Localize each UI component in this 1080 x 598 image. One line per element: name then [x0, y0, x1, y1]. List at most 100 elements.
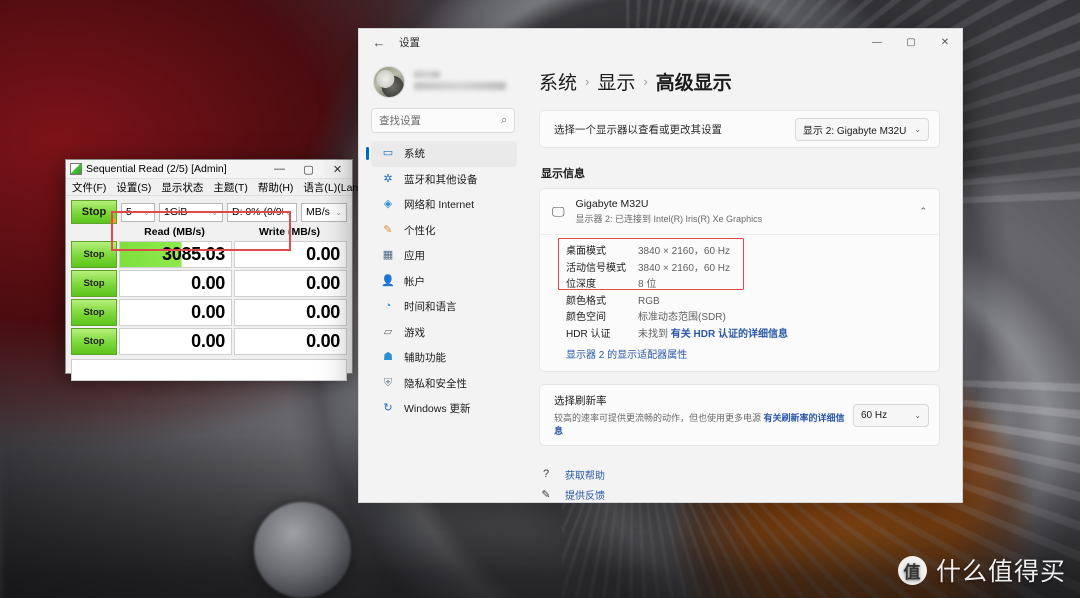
sidebar-item-label: 辅助功能	[404, 352, 446, 365]
give-feedback-link[interactable]: ✎ 提供反馈	[539, 484, 940, 502]
monitor-select-label: 选择一个显示器以查看或更改其设置	[554, 123, 722, 136]
cdm-window-title: Sequential Read (2/5) [Admin]	[86, 163, 227, 175]
clock-icon: ◔	[384, 300, 392, 313]
info-key: 活动信号模式	[566, 262, 626, 274]
cdm-row-read-value: 0.00	[119, 299, 232, 326]
info-key: 位深度	[566, 279, 596, 290]
breadcrumb-separator: ›	[585, 74, 590, 89]
cdm-menu-help[interactable]: 帮助(H)	[258, 180, 294, 195]
monitor-select-dropdown[interactable]: 显示 2: Gigabyte M32U ⌄	[794, 117, 929, 141]
cdm-toolbar[interactable]: Stop 5 ⌄ 1GiB ⌄ D: 0% (0/953GiB) ⌄ MB/s …	[66, 196, 352, 226]
breadcrumb-system[interactable]: 系统	[539, 68, 577, 95]
cdm-titlebar[interactable]: Sequential Read (2/5) [Admin] — ▢ ✕	[66, 160, 352, 179]
sidebar-item-network[interactable]: ◈ 网络和 Internet	[371, 192, 517, 218]
chevron-down-icon: ⌄	[211, 207, 218, 217]
settings-titlebar[interactable]: ← 设置 — ▢ ✕	[359, 29, 962, 56]
monitor-select-value: 显示 2: Gigabyte M32U	[802, 125, 907, 137]
sidebar-item-label: 蓝牙和其他设备	[404, 173, 478, 186]
sidebar-item-personalization[interactable]: ✎ 个性化	[371, 218, 517, 244]
page-title: 高级显示	[655, 73, 732, 94]
username-line-2	[414, 81, 506, 90]
cdm-row-stop-button[interactable]: Stop	[71, 270, 117, 297]
refresh-rate-desc-text: 较高的速率可提供更流畅的动作，但也使用更多电源	[554, 413, 762, 423]
cdm-menu-file[interactable]: 文件(F)	[72, 180, 106, 195]
cdm-menu-theme[interactable]: 主题(T)	[213, 180, 247, 195]
sidebar-item-privacy-security[interactable]: ⛨ 隐私和安全性	[371, 371, 517, 397]
cdm-test-count-dropdown[interactable]: 5 ⌄	[121, 202, 155, 222]
avatar[interactable]	[373, 66, 405, 98]
background-button-detail	[253, 502, 351, 598]
crystaldiskmark-window[interactable]: Sequential Read (2/5) [Admin] — ▢ ✕ 文件(F…	[65, 159, 391, 381]
cdm-all-stop-button[interactable]: Stop	[71, 200, 117, 224]
info-value: 8 位	[638, 279, 657, 290]
cdm-result-row[interactable]: Stop 0.00 0.00	[66, 270, 352, 299]
settings-maximize-button[interactable]: ▢	[894, 29, 928, 56]
info-row-desktop-mode: 桌面模式 3840 × 2160，60 Hz	[566, 244, 927, 261]
monitor-header[interactable]: 🖵 Gigabyte M32U 显示器 2: 已连接到 Intel(R) Iri…	[540, 189, 939, 234]
cdm-row-read-value: 0.00	[119, 270, 232, 297]
search-input[interactable]: 查找设置 ⌕	[371, 108, 515, 133]
cdm-row-write-value: 0.00	[234, 241, 347, 268]
sidebar-item-accessibility[interactable]: ☗ 辅助功能	[371, 345, 517, 371]
cdm-menu-display-state[interactable]: 显示状态	[161, 180, 203, 195]
cdm-menu-settings[interactable]: 设置(S)	[116, 180, 151, 195]
cdm-unit-dropdown[interactable]: MB/s ⌄	[301, 202, 347, 222]
refresh-rate-dropdown[interactable]: 60 Hz ⌄	[853, 403, 929, 427]
sidebar-item-apps[interactable]: ▦ 应用	[371, 243, 517, 269]
hdr-info-link[interactable]: 有关 HDR 认证的详细信息	[671, 329, 788, 340]
settings-window-title: 设置	[399, 37, 420, 49]
display-info-card: 🖵 Gigabyte M32U 显示器 2: 已连接到 Intel(R) Iri…	[539, 188, 940, 372]
cdm-row-stop-button[interactable]: Stop	[71, 241, 117, 268]
settings-body: 查找设置 ⌕ ▭ 系统 ✲ 蓝牙和其他设备 ◈ 网络和 Internet ✎ 个…	[359, 56, 962, 502]
monitor-select-card: 选择一个显示器以查看或更改其设置 显示 2: Gigabyte M32U ⌄	[539, 110, 940, 148]
cdm-test-size-dropdown[interactable]: 1GiB ⌄	[159, 202, 223, 222]
chevron-up-icon[interactable]: ⌃	[919, 206, 927, 217]
chevron-down-icon: ⌄	[335, 207, 342, 217]
chevron-down-icon: ⌄	[285, 207, 292, 217]
refresh-rate-text: 选择刷新率 较高的速率可提供更流畅的动作，但也使用更多电源 有关刷新率的详细信息	[554, 393, 853, 437]
cdm-drive-dropdown[interactable]: D: 0% (0/953GiB) ⌄	[227, 202, 297, 222]
sidebar-item-gaming[interactable]: ▱ 游戏	[371, 320, 517, 346]
chevron-down-icon: ⌄	[143, 207, 150, 217]
sidebar-item-time-language[interactable]: ◔ 时间和语言	[371, 294, 517, 320]
cdm-test-count-value: 5	[126, 206, 132, 218]
feedback-icon: ✎	[541, 488, 551, 501]
settings-content: 系统 › 显示 › 高级显示 选择一个显示器以查看或更改其设置 显示 2: Gi…	[525, 56, 962, 502]
monitor-text: Gigabyte M32U 显示器 2: 已连接到 Intel(R) Iris(…	[576, 198, 909, 225]
cdm-maximize-button[interactable]: ▢	[294, 160, 323, 179]
breadcrumb: 系统 › 显示 › 高级显示	[539, 68, 940, 95]
sidebar-item-accounts[interactable]: 👤 帐户	[371, 269, 517, 295]
monitor-subtitle: 显示器 2: 已连接到 Intel(R) Iris(R) Xe Graphics	[575, 214, 763, 224]
settings-close-button[interactable]: ✕	[928, 29, 962, 56]
info-row-color-space: 颜色空间 标准动态范围(SDR)	[566, 310, 927, 327]
settings-minimize-button[interactable]: —	[860, 29, 894, 56]
cdm-result-row[interactable]: Stop 0.00 0.00	[66, 328, 352, 357]
info-key: 桌面模式	[566, 246, 606, 257]
apps-icon: ▦	[382, 249, 394, 262]
cdm-row-read-value: 0.00	[119, 328, 232, 355]
accessibility-icon: ☗	[383, 351, 393, 364]
cdm-minimize-button[interactable]: —	[265, 160, 294, 179]
windows-settings-window[interactable]: ← 设置 — ▢ ✕ 查找设置 ⌕ ▭ 系统 ✲ 蓝牙和其他设备 ◈ 网络和 I…	[358, 28, 963, 503]
refresh-rate-value: 60 Hz	[861, 409, 888, 421]
display-info-section-title: 显示信息	[541, 168, 585, 180]
cdm-close-button[interactable]: ✕	[323, 160, 352, 179]
cdm-row-stop-button[interactable]: Stop	[71, 328, 117, 355]
sidebar-item-bluetooth[interactable]: ✲ 蓝牙和其他设备	[371, 167, 517, 193]
breadcrumb-separator: ›	[643, 74, 648, 89]
sidebar-item-windows-update[interactable]: ↻ Windows 更新	[371, 396, 517, 422]
brush-icon: ✎	[383, 223, 393, 236]
refresh-rate-card: 选择刷新率 较高的速率可提供更流畅的动作，但也使用更多电源 有关刷新率的详细信息…	[539, 384, 940, 446]
display-adapter-properties-link[interactable]: 显示器 2 的显示适配器属性	[566, 346, 927, 361]
settings-nav-list: ▭ 系统 ✲ 蓝牙和其他设备 ◈ 网络和 Internet ✎ 个性化 ▦ 应用…	[366, 141, 517, 422]
back-arrow-icon[interactable]: ←	[365, 29, 393, 56]
username-line-1	[414, 70, 440, 78]
cdm-result-row[interactable]: Stop 3085.03 0.00	[66, 241, 352, 270]
cdm-row-stop-button[interactable]: Stop	[71, 299, 117, 326]
cdm-result-row[interactable]: Stop 0.00 0.00	[66, 299, 352, 328]
get-help-link[interactable]: ? 获取帮助	[539, 464, 940, 484]
cdm-menubar[interactable]: 文件(F) 设置(S) 显示状态 主题(T) 帮助(H) 语言(L)(Langu…	[66, 179, 391, 196]
sidebar-item-system[interactable]: ▭ 系统	[366, 141, 517, 167]
user-profile[interactable]	[373, 66, 517, 98]
breadcrumb-display[interactable]: 显示	[597, 68, 635, 95]
